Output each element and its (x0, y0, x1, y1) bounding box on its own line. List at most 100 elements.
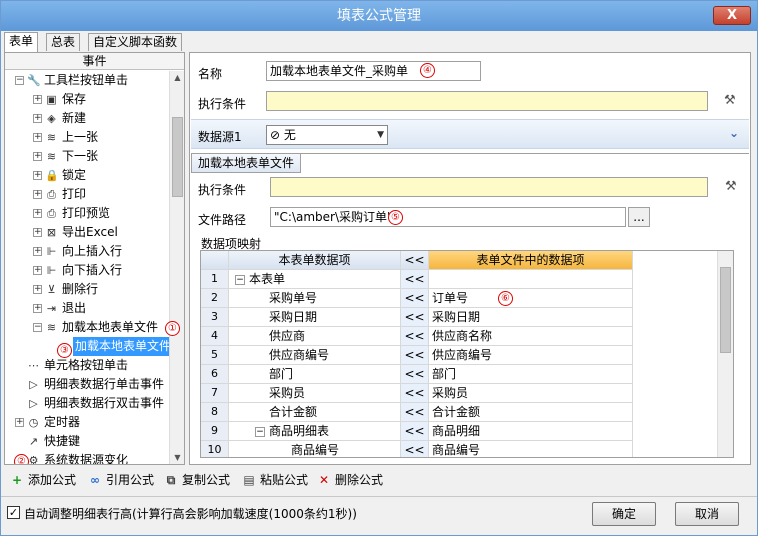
mapping-arrow: << (401, 384, 429, 403)
filepath-input[interactable]: "C:\amber\采购订单" (270, 207, 626, 227)
tree-item[interactable]: ▷ 明细表数据行单击事件 (5, 375, 170, 394)
form-item-cell[interactable]: − 本表单 (229, 270, 401, 289)
scroll-down-icon[interactable]: ▼ (170, 451, 184, 464)
condition-input[interactable] (266, 91, 708, 111)
mapping-table-scrollbar[interactable] (717, 251, 733, 457)
sub-condition-input[interactable] (270, 177, 708, 197)
tree-item[interactable]: + ≋ 下一张 (5, 147, 170, 166)
column-header-file-item[interactable]: 表单文件中的数据项 (429, 251, 633, 270)
file-item-cell[interactable]: 部门 (429, 365, 633, 384)
file-item-cell[interactable]: 商品编号 (429, 441, 633, 457)
file-item-cell[interactable]: 供应商编号 (429, 346, 633, 365)
tree-item[interactable]: + ⊠ 导出Excel (5, 223, 170, 242)
file-item-cell[interactable] (429, 270, 633, 289)
form-item-cell[interactable]: 采购单号 (229, 289, 401, 308)
sub-formula-wizard-icon[interactable]: ⚒ (725, 179, 737, 194)
expand-icon[interactable]: + (33, 171, 42, 180)
tree-item-label: 锁定 (62, 168, 87, 182)
expand-icon[interactable]: + (33, 209, 42, 218)
collapse-icon[interactable]: − (235, 274, 245, 285)
file-item-cell[interactable]: 采购日期 (429, 308, 633, 327)
form-item-cell[interactable]: 商品编号 (229, 441, 401, 457)
expand-icon[interactable]: + (33, 304, 42, 313)
auto-row-height-checkbox[interactable]: ✓ (7, 506, 20, 519)
form-item-cell[interactable]: 部门 (229, 365, 401, 384)
form-item-cell[interactable]: 采购员 (229, 384, 401, 403)
browse-button[interactable]: ... (628, 207, 650, 227)
print-icon: ⎙ (47, 188, 56, 201)
expand-icon[interactable]: + (33, 266, 42, 275)
tree-item[interactable]: ⋯ 单元格按钮单击 (5, 356, 170, 375)
form-item-cell[interactable]: 供应商 (229, 327, 401, 346)
file-item-cell[interactable]: 采购员 (429, 384, 633, 403)
expand-icon[interactable]: + (33, 95, 42, 104)
tree-item-label: 定时器 (44, 415, 81, 429)
tree-item[interactable]: + ▣ 保存 (5, 90, 170, 109)
tree-scrollbar[interactable]: ▲ ▼ (169, 71, 184, 464)
file-item-cell[interactable]: 订单号 (429, 289, 633, 308)
expand-icon[interactable]: + (33, 133, 42, 142)
formula-wizard-icon[interactable]: ⚒ (724, 93, 736, 108)
expand-icon[interactable]: + (33, 228, 42, 237)
name-input[interactable]: 加载本地表单文件_采购单 (266, 61, 481, 81)
action-subtab[interactable]: 加载本地表单文件 (191, 154, 302, 173)
tree-scrollbar-thumb[interactable] (172, 117, 183, 197)
tree-item[interactable]: + ◈ 新建 (5, 109, 170, 128)
expand-icon[interactable]: + (33, 285, 42, 294)
tree-item[interactable]: − ≋ 加载本地表单文件 (5, 318, 170, 337)
expand-icon[interactable]: + (33, 152, 42, 161)
tree-item[interactable]: + ⎙ 打印预览 (5, 204, 170, 223)
collapse-icon[interactable]: − (33, 323, 42, 332)
expand-icon[interactable]: + (15, 418, 24, 427)
tree-item[interactable]: 加载本地表单文件 (5, 337, 170, 356)
tree-item[interactable]: + ◷ 定时器 (5, 413, 170, 432)
file-item-cell[interactable]: 合计金额 (429, 403, 633, 422)
delete-formula-button[interactable]: ✕ 删除公式 (317, 471, 383, 489)
expand-icon[interactable]: + (33, 190, 42, 199)
tree-item[interactable]: + ⊩ 向上插入行 (5, 242, 170, 261)
annotation-4: ④ (420, 63, 435, 78)
form-item-cell[interactable]: 采购日期 (229, 308, 401, 327)
datasource-value: 无 (283, 128, 296, 142)
file-item-cell[interactable]: 商品明细 (429, 422, 633, 441)
tab-form[interactable]: 表单 (4, 32, 39, 52)
tree-item[interactable]: ▷ 明细表数据行双击事件 (5, 394, 170, 413)
tree-item[interactable]: + ⊻ 删除行 (5, 280, 170, 299)
form-item-cell[interactable]: 合计金额 (229, 403, 401, 422)
tree-item-label: 向下插入行 (62, 263, 123, 277)
collapse-icon[interactable]: − (15, 76, 24, 85)
ok-button[interactable]: 确定 (592, 502, 656, 526)
tree-item[interactable]: − 🔧 工具栏按钮单击 (5, 71, 170, 90)
scroll-up-icon[interactable]: ▲ (170, 71, 184, 85)
link-formula-button[interactable]: ∞ 引用公式 (88, 471, 154, 489)
collapse-icon[interactable]: − (255, 426, 265, 437)
tree-item[interactable]: + ⇥ 退出 (5, 299, 170, 318)
form-item-label: 部门 (269, 367, 294, 381)
tree-item[interactable]: ⚙ 系统数据源变化 (5, 451, 170, 464)
cancel-button[interactable]: 取消 (675, 502, 739, 526)
copy-formula-button[interactable]: ⧉ 复制公式 (164, 471, 230, 489)
tree-item[interactable]: + 🔒 锁定 (5, 166, 170, 185)
tab-summary[interactable]: 总表 (46, 33, 81, 51)
tree-item[interactable]: + ⊩ 向下插入行 (5, 261, 170, 280)
close-button[interactable]: X (713, 6, 751, 25)
form-item-cell[interactable]: 供应商编号 (229, 346, 401, 365)
tree-item[interactable]: + ≋ 上一张 (5, 128, 170, 147)
tree-item[interactable]: + ⎙ 打印 (5, 185, 170, 204)
add-formula-button[interactable]: + 添加公式 (10, 471, 76, 489)
expand-chevron-icon[interactable]: ⌄ (729, 126, 739, 140)
tab-custom-script[interactable]: 自定义脚本函数 (88, 33, 183, 51)
datasource-select[interactable]: ⊘ 无 ▼ (266, 125, 388, 145)
paste-formula-button[interactable]: ▤ 粘贴公式 (242, 471, 308, 489)
row-number: 2 (201, 289, 229, 308)
tree-item[interactable]: ↗ 快捷键 (5, 432, 170, 451)
file-item-cell[interactable]: 供应商名称 (429, 327, 633, 346)
mapping-scrollbar-thumb[interactable] (720, 267, 731, 353)
column-header-form-item[interactable]: 本表单数据项 (229, 251, 401, 270)
toolbar-button-label: 复制公式 (182, 473, 231, 487)
form-item-cell[interactable]: − 商品明细表 (229, 422, 401, 441)
expand-icon[interactable]: + (33, 114, 42, 123)
expand-icon[interactable]: + (33, 247, 42, 256)
tree-item-label: 加载本地表单文件 (62, 320, 159, 334)
column-header-arrow[interactable]: << (401, 251, 429, 270)
